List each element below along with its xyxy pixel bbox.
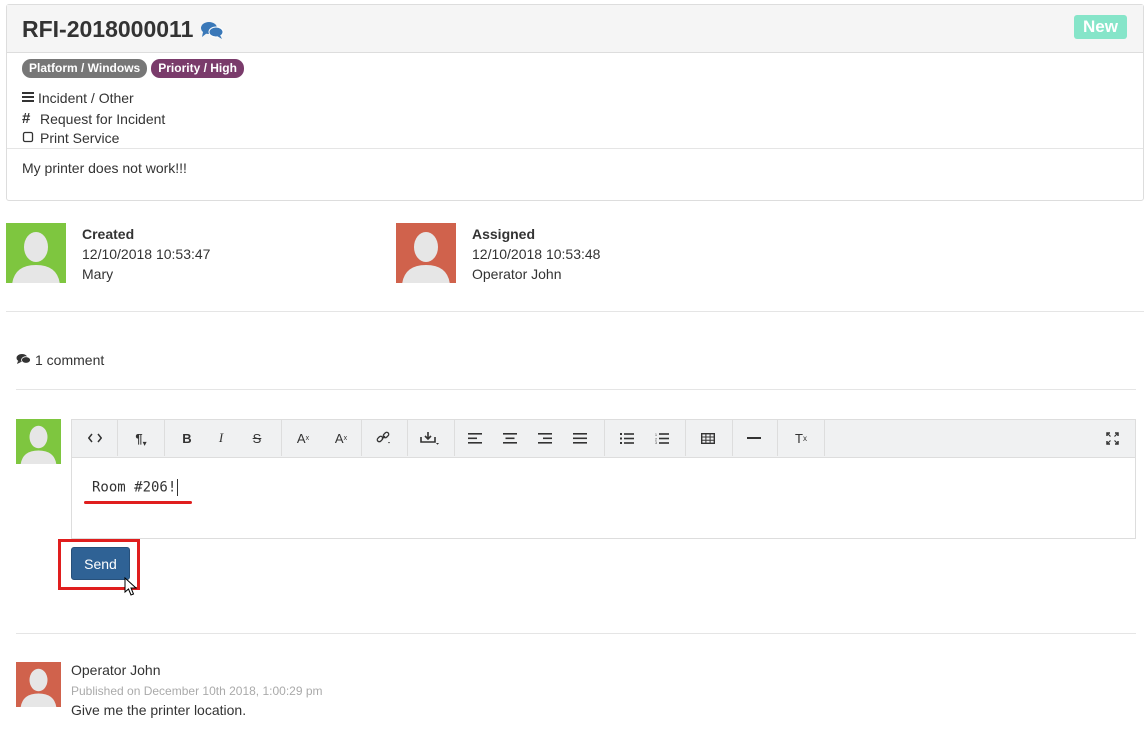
editor-text: Room #206!	[92, 479, 177, 496]
status-badge: New	[1074, 15, 1127, 39]
assigned-user: Operator John	[472, 266, 562, 282]
divider	[16, 389, 1136, 390]
hashtag-icon: #	[22, 110, 31, 127]
link-icon[interactable]	[367, 420, 401, 456]
square-icon	[22, 130, 36, 146]
ticket-panel: RFI-2018000011 New Platform / Windows Pr…	[6, 4, 1144, 201]
horizontal-rule-icon[interactable]	[737, 420, 771, 456]
unordered-list-icon[interactable]	[610, 420, 644, 456]
ticket-header: RFI-2018000011 New	[7, 5, 1143, 53]
service-line: Print Service	[22, 130, 119, 146]
align-left-icon[interactable]	[458, 420, 492, 456]
divider	[7, 148, 1143, 149]
subscript-icon[interactable]: Ax	[324, 420, 358, 456]
tag-platform[interactable]: Platform / Windows	[22, 59, 148, 78]
created-label: Created	[82, 226, 135, 242]
list-icon	[22, 90, 34, 106]
ticket-id: RFI-2018000011	[22, 16, 194, 42]
avatar	[6, 223, 66, 283]
assigned-info: Assigned 12/10/2018 10:53:48 Operator Jo…	[472, 224, 600, 284]
table-icon[interactable]	[691, 420, 725, 456]
insert-icon[interactable]	[413, 420, 447, 456]
text-caret	[177, 479, 179, 496]
avatar	[16, 419, 61, 464]
paragraph-icon[interactable]: ¶ ▾	[124, 420, 158, 456]
assigned-label: Assigned	[472, 226, 536, 242]
assigned-datetime: 12/10/2018 10:53:48	[472, 246, 601, 262]
align-justify-icon[interactable]	[563, 420, 597, 456]
category-line: Incident / Other	[22, 90, 134, 106]
created-user: Mary	[82, 266, 114, 282]
editor-text-area[interactable]: Room #206!	[92, 479, 179, 496]
divider	[16, 633, 1136, 634]
type-line: # Request for Incident	[22, 110, 165, 127]
ticket-title: RFI-2018000011	[22, 16, 224, 43]
ordered-list-icon[interactable]: 123	[645, 420, 679, 456]
comment-date: Published on December 10th 2018, 1:00:29…	[71, 684, 323, 698]
align-right-icon[interactable]	[528, 420, 562, 456]
comments-count: 1 comment	[16, 352, 104, 368]
svg-text:1: 1	[655, 433, 657, 437]
svg-text:3: 3	[655, 441, 657, 444]
mouse-pointer-icon	[124, 576, 138, 600]
italic-icon[interactable]: I	[204, 420, 238, 456]
comment-editor: ¶ ▾ B I S Ax Ax 123 T x Room #206!	[71, 419, 1136, 539]
category-text: Incident / Other	[38, 90, 134, 106]
comments-icon[interactable]	[200, 21, 224, 39]
comments-icon	[16, 352, 31, 368]
divider	[6, 311, 1144, 312]
code-view-icon[interactable]	[78, 420, 112, 456]
superscript-icon[interactable]: Ax	[286, 420, 320, 456]
bold-icon[interactable]: B	[170, 420, 204, 456]
comments-count-label: 1 comment	[35, 352, 105, 368]
align-center-icon[interactable]	[493, 420, 527, 456]
created-datetime: 12/10/2018 10:53:47	[82, 246, 211, 262]
service-text: Print Service	[40, 130, 120, 146]
avatar	[396, 223, 456, 283]
avatar	[16, 662, 61, 707]
fullscreen-icon[interactable]	[1095, 420, 1129, 456]
editor-toolbar: ¶ ▾ B I S Ax Ax 123 T x	[72, 420, 1135, 458]
type-text: Request for Incident	[40, 110, 166, 127]
clear-format-icon[interactable]: Tx	[784, 420, 818, 456]
strikethrough-icon[interactable]: S	[240, 420, 274, 456]
tag-list: Platform / Windows Priority / High	[22, 59, 244, 78]
comment-text: Give me the printer location.	[71, 702, 247, 718]
created-info: Created 12/10/2018 10:53:47 Mary	[82, 224, 210, 284]
highlight-underline	[84, 501, 192, 504]
comment-author: Operator John	[71, 662, 161, 678]
ticket-description: My printer does not work!!!	[22, 160, 187, 176]
tag-priority[interactable]: Priority / High	[151, 59, 244, 78]
